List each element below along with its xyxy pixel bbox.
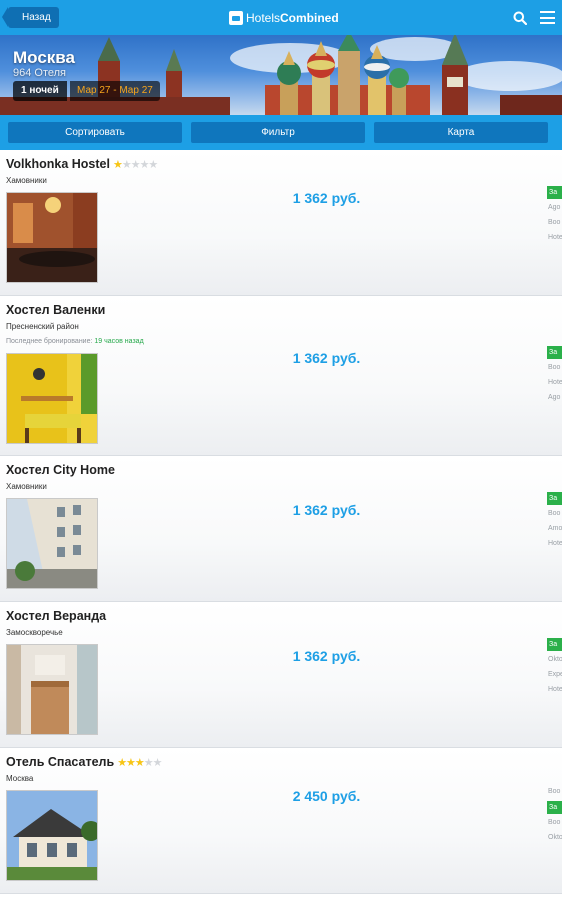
logo-icon [229, 10, 243, 25]
star-rating: ★★★★★ [117, 756, 163, 769]
hotel-photo[interactable] [6, 353, 98, 444]
hotel-district: Хамовники [6, 482, 47, 491]
map-button[interactable]: Карта [374, 122, 548, 143]
nights-badge[interactable]: 1 ночей [13, 81, 67, 101]
best-deal-badge[interactable]: За [547, 346, 562, 359]
hotel-name-text: Отель Спасатель [6, 755, 115, 769]
deal-provider[interactable]: Boo [547, 508, 562, 520]
last-booking-label: Последнее бронирование: [6, 338, 93, 345]
hotel-photo[interactable] [6, 790, 98, 881]
hotel-name: Хостел City Home [6, 463, 115, 477]
star-filled-icon: ★★★ [117, 757, 145, 769]
star-empty-icon: ★★ [143, 757, 163, 769]
deal-list: За Agо Boo Hote [547, 186, 562, 247]
hotel-card[interactable]: Хостел Веранда Замоскворечье 1 362 руб. … [0, 602, 562, 748]
best-deal-badge[interactable]: За [547, 638, 562, 651]
last-booking-note: Последнее бронирование: 19 часов назад [6, 338, 144, 345]
hotelscombined-logo[interactable]: Hotels Combined [229, 9, 339, 26]
hotel-card[interactable]: Хостел City Home Хамовники 1 362 руб. За… [0, 456, 562, 602]
last-booking-time: 19 часов назад [94, 338, 144, 345]
dates-badge[interactable]: Мар 27 - Мар 27 [70, 81, 160, 101]
deal-list: За Boo Hote Agо [547, 346, 562, 407]
deal-provider[interactable]: Expe [547, 669, 562, 681]
hotel-district: Замоскворечье [6, 628, 63, 637]
deal-list: За Okto Expe Hote [547, 638, 562, 699]
hotel-card[interactable]: Volkhonka Hostel ★★★★★ Хамовники 1 362 ру… [0, 150, 562, 296]
hotel-district: Пресненский район [6, 322, 79, 331]
deal-provider[interactable]: Agо [547, 392, 562, 404]
deal-provider[interactable]: Okto [547, 832, 562, 844]
logo-brand-text-bold: Combined [280, 10, 339, 25]
best-deal-badge[interactable]: За [547, 801, 562, 814]
hotel-price[interactable]: 2 450 руб. [230, 788, 423, 804]
hotel-photo[interactable] [6, 644, 98, 735]
deal-provider[interactable]: Hote [547, 684, 562, 696]
deal-provider[interactable]: Boo [547, 217, 562, 229]
city-title: Москва [13, 48, 75, 67]
hotel-photo[interactable] [6, 498, 98, 589]
hotel-photo[interactable] [6, 192, 98, 283]
hotel-district: Хамовники [6, 176, 47, 185]
hotel-card[interactable]: Отель Спасатель ★★★★★ Москва 2 450 руб. B… [0, 748, 562, 894]
star-filled-icon: ★ [112, 159, 123, 171]
deal-provider[interactable]: Boo [547, 817, 562, 829]
star-empty-icon: ★★★★ [121, 159, 158, 171]
deal-provider[interactable]: Hote [547, 377, 562, 389]
hotel-card[interactable]: Хостел Валенки Пресненский район Последн… [0, 296, 562, 456]
hamburger-menu-icon[interactable] [540, 11, 555, 24]
hotel-price[interactable]: 1 362 руб. [230, 190, 423, 206]
deal-provider[interactable]: Boo [547, 786, 562, 798]
deal-provider[interactable]: Okto [547, 654, 562, 666]
star-rating: ★★★★★ [112, 158, 158, 171]
hotel-name: Отель Спасатель ★★★★★ [6, 755, 163, 769]
deal-provider[interactable]: Boo [547, 362, 562, 374]
hotel-name-text: Volkhonka Hostel [6, 157, 110, 171]
deal-provider[interactable]: Amo [547, 523, 562, 535]
action-toolbar: Сортировать Фильтр Карта [0, 115, 562, 150]
logo-brand-text: Hotels [246, 10, 281, 25]
top-bar: Назад Hotels Combined [0, 0, 562, 35]
hotel-district: Москва [6, 774, 34, 783]
st-basils-cathedral-image [0, 35, 562, 115]
search-icon[interactable] [513, 11, 528, 26]
best-deal-badge[interactable]: За [547, 186, 562, 199]
hotel-name: Хостел Валенки [6, 303, 106, 317]
deal-list: За Boo Amo Hote [547, 492, 562, 553]
filter-button[interactable]: Фильтр [191, 122, 365, 143]
back-button[interactable]: Назад [2, 7, 59, 28]
deal-list: Boo За Boo Okto [547, 786, 562, 847]
sort-button[interactable]: Сортировать [8, 122, 182, 143]
hotel-name: Volkhonka Hostel ★★★★★ [6, 157, 158, 171]
hotel-count: 964 Отеля [13, 67, 67, 79]
city-banner: Москва 964 Отеля 1 ночей Мар 27 - Мар 27 [0, 35, 562, 115]
hotel-price[interactable]: 1 362 руб. [230, 648, 423, 664]
deal-provider[interactable]: Agо [547, 202, 562, 214]
deal-provider[interactable]: Hote [547, 232, 562, 244]
deal-provider[interactable]: Hote [547, 538, 562, 550]
hotel-price[interactable]: 1 362 руб. [230, 502, 423, 518]
hotel-name: Хостел Веранда [6, 609, 107, 623]
hotel-price[interactable]: 1 362 руб. [230, 350, 423, 366]
best-deal-badge[interactable]: За [547, 492, 562, 505]
